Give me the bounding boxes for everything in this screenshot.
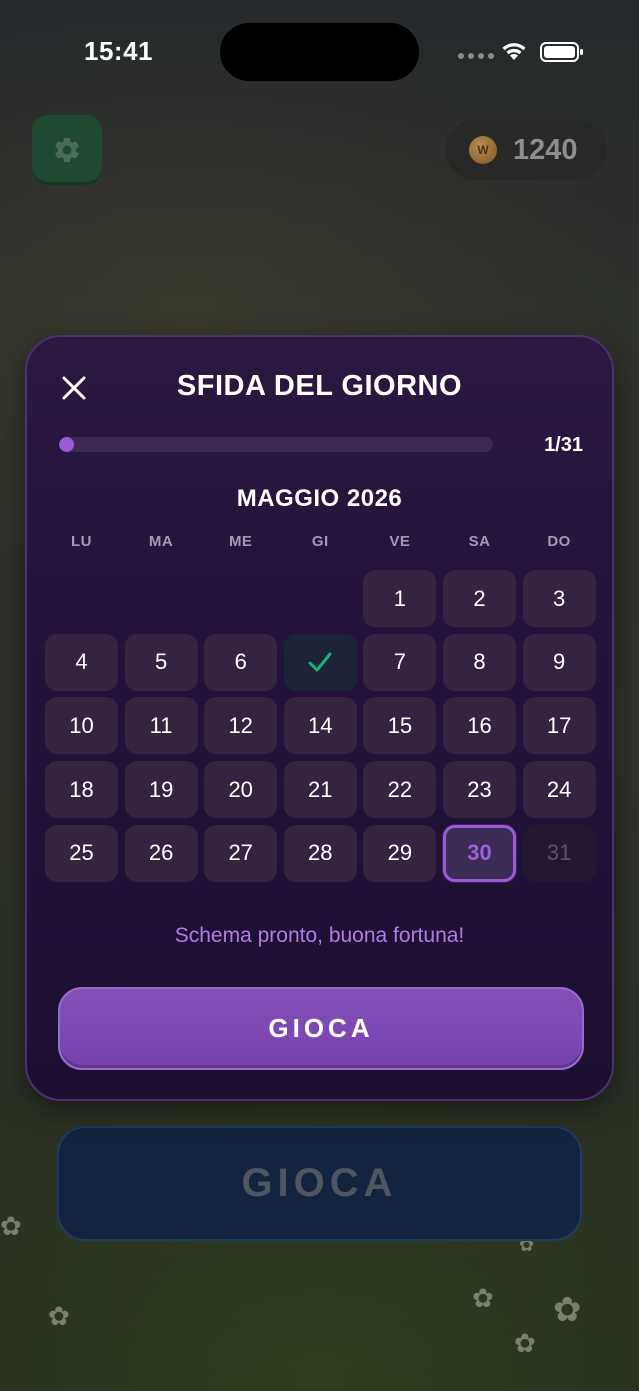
- calendar-day[interactable]: 4: [45, 633, 118, 691]
- wifi-icon: [502, 43, 526, 60]
- calendar-day[interactable]: 15: [363, 697, 437, 755]
- play-button[interactable]: GIOCA: [58, 987, 584, 1070]
- weekday-label: SA: [468, 533, 491, 550]
- weekday-label: ME: [228, 533, 253, 550]
- calendar-day[interactable]: 8: [443, 633, 516, 691]
- calendar-day[interactable]: 12: [204, 697, 278, 755]
- background-play-button: GIOCA: [57, 1126, 582, 1241]
- cellular-signal-icon: [458, 53, 494, 59]
- daily-challenge-modal: SFIDA DEL GIORNO 1/31 MAGGIO 2026 LU MA ME…: [25, 335, 614, 1101]
- coin-icon: W: [469, 136, 497, 164]
- calendar-day[interactable]: 23: [443, 761, 516, 819]
- coin-count: 1240: [513, 133, 578, 166]
- calendar-day[interactable]: 17: [522, 697, 596, 755]
- progress-label: 1/31: [544, 434, 583, 456]
- calendar-day[interactable]: 28: [283, 824, 357, 882]
- progress-bar: [59, 437, 493, 452]
- calendar-day[interactable]: 3: [522, 570, 596, 627]
- calendar-day[interactable]: 11: [124, 697, 198, 755]
- calendar-day[interactable]: 29: [363, 824, 437, 882]
- calendar-day-today[interactable]: 30: [443, 824, 516, 882]
- calendar-day[interactable]: 14: [283, 697, 357, 755]
- calendar-day[interactable]: 2: [443, 570, 516, 627]
- calendar-day[interactable]: 9: [522, 633, 596, 691]
- calendar-day[interactable]: 25: [45, 824, 118, 882]
- status-message: Schema pronto, buona fortuna!: [174, 924, 465, 947]
- battery-icon: [540, 42, 583, 62]
- weekday-label: DO: [547, 533, 571, 550]
- calendar-day[interactable]: 19: [124, 761, 198, 819]
- weekday-label: GI: [311, 533, 329, 550]
- weekday-label: VE: [389, 533, 411, 550]
- calendar-day[interactable]: 16: [443, 697, 516, 755]
- modal-title: SFIDA DEL GIORNO: [176, 370, 463, 402]
- calendar-day[interactable]: 27: [204, 824, 278, 882]
- calendar-day[interactable]: 26: [124, 824, 198, 882]
- weekday-label: LU: [71, 533, 92, 550]
- calendar-day[interactable]: 24: [522, 761, 596, 819]
- settings-button[interactable]: [32, 115, 102, 185]
- progress-fill: [59, 437, 75, 452]
- calendar-day[interactable]: 20: [204, 761, 278, 819]
- calendar-day[interactable]: 1: [363, 570, 437, 627]
- calendar-day[interactable]: 6: [204, 633, 278, 691]
- checkmark-icon: [308, 652, 332, 672]
- calendar-day[interactable]: 10: [45, 697, 118, 755]
- calendar-grid: 1 2 3 4 5 6 7 8 9 10 11 12 14 15 16 17 18 19 20 21 22 23 24 25 2…: [45, 570, 598, 882]
- calendar-day[interactable]: 18: [45, 761, 118, 819]
- dynamic-island: [220, 23, 419, 81]
- status-time: 15:41: [84, 36, 153, 66]
- calendar-day[interactable]: 7: [363, 633, 437, 691]
- calendar-day-locked: 31: [522, 824, 596, 882]
- calendar-day[interactable]: 22: [363, 761, 437, 819]
- calendar-day[interactable]: 5: [124, 633, 198, 691]
- gear-icon: [55, 137, 79, 163]
- month-label: MAGGIO 2026: [236, 485, 403, 512]
- calendar-day[interactable]: 21: [283, 761, 357, 819]
- calendar-day-completed[interactable]: [283, 633, 357, 691]
- weekday-label: MA: [148, 533, 174, 550]
- coin-balance[interactable]: W 1240: [445, 120, 607, 180]
